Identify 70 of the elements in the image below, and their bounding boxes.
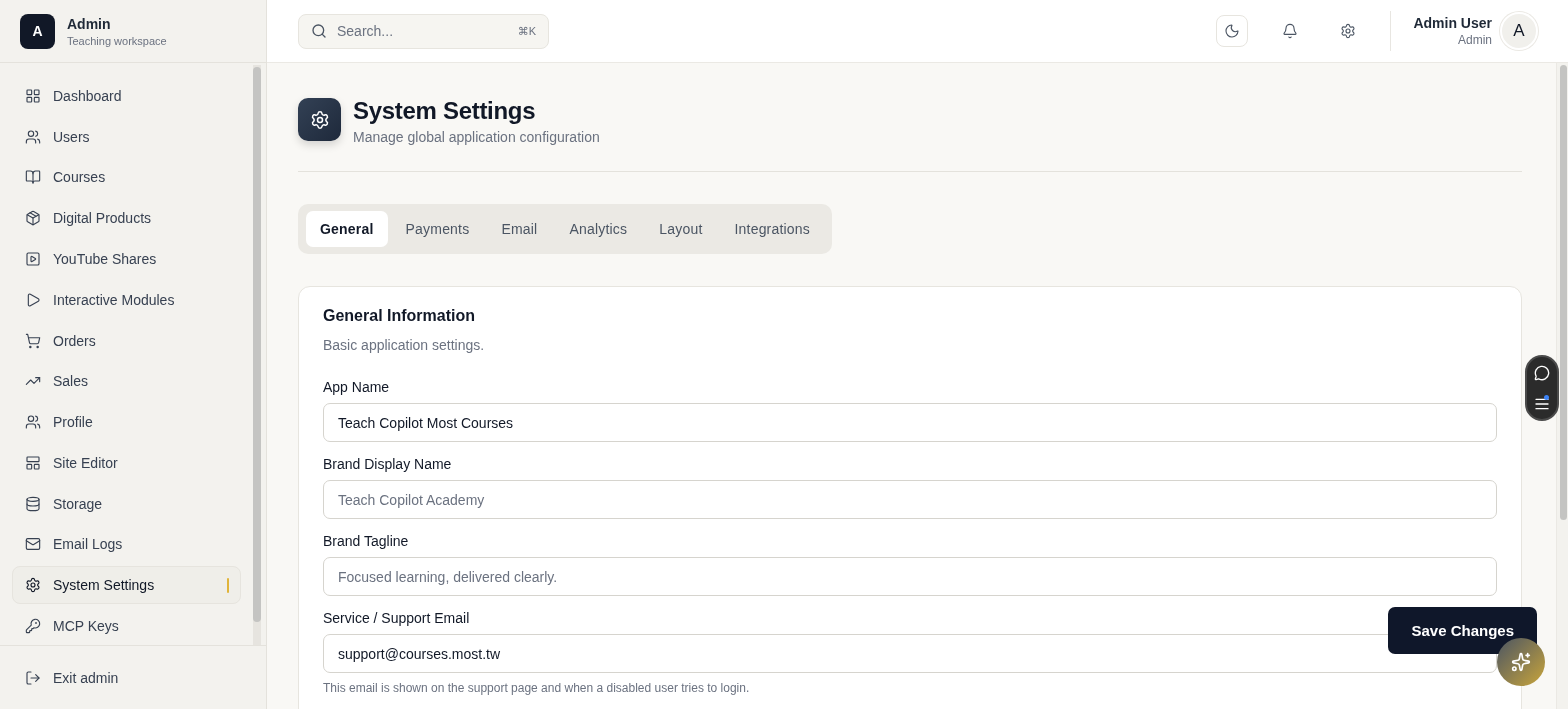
input-field[interactable]: Focused learning, delivered clearly. [323, 557, 1497, 596]
tab[interactable]: General [306, 211, 388, 247]
tab[interactable]: Payments [391, 211, 484, 247]
theme-toggle[interactable] [1216, 15, 1249, 47]
sidebar-item[interactable]: System Settings [12, 566, 241, 605]
shortcut-hint: ⌘K [517, 24, 536, 38]
users-icon [25, 128, 41, 145]
user-avatar[interactable]: A [1500, 12, 1538, 50]
mail-icon [25, 536, 41, 553]
save-button[interactable]: Save Changes [1388, 607, 1537, 654]
sidebar-item[interactable]: Dashboard [12, 77, 241, 115]
sidebar-item[interactable]: Courses [12, 158, 241, 197]
tab[interactable]: Analytics [555, 211, 642, 247]
field-label: Brand Tagline [323, 533, 409, 549]
user-name: Admin User [1413, 15, 1492, 31]
cart-icon [25, 332, 41, 349]
sparkle-icon [1511, 652, 1531, 672]
chat-widget[interactable] [1525, 355, 1559, 421]
workspace-name: Admin [67, 15, 112, 32]
search-input[interactable]: Search... [335, 22, 510, 40]
active-marker [227, 578, 229, 594]
sidebar-item[interactable]: Orders [12, 321, 241, 360]
key-icon [25, 618, 41, 635]
notification-dot [1544, 395, 1549, 400]
field-label: App Name [323, 379, 390, 395]
box-icon [25, 210, 41, 227]
chat-icon [1534, 364, 1550, 381]
card-title: General Information [323, 307, 477, 325]
scrollbar-thumb[interactable] [253, 67, 261, 622]
sidebar-item[interactable]: Email Logs [12, 525, 241, 564]
search-field[interactable]: Search... ⌘K [298, 13, 549, 49]
card-description: Basic application settings. [323, 337, 486, 353]
workspace-logo: A [20, 13, 55, 49]
sidebar-item[interactable]: Storage [12, 484, 241, 523]
grid-icon [25, 87, 41, 104]
help-text: This email is shown on the support page and when a disabled user tries to login. [323, 681, 751, 695]
book-icon [25, 169, 41, 186]
input-field[interactable]: Teach Copilot Academy [323, 480, 1497, 519]
exit-link[interactable]: Exit admin [12, 658, 132, 697]
bell-icon [1282, 23, 1299, 39]
tab[interactable]: Integrations [720, 211, 825, 247]
sidebar-item[interactable]: YouTube Shares [12, 240, 241, 278]
moon-icon [1224, 23, 1241, 39]
layout-icon [25, 454, 41, 471]
logout-icon [25, 669, 41, 686]
page-icon [298, 98, 341, 141]
sidebar-item[interactable]: Digital Products [12, 199, 241, 238]
tab[interactable]: Email [487, 211, 552, 247]
sidebar-item[interactable]: Site Editor [12, 444, 241, 482]
users-icon [25, 414, 41, 431]
field-label: Service / Support Email [323, 610, 470, 626]
scrollbar-thumb[interactable] [1560, 65, 1567, 520]
settings-icon [1340, 23, 1357, 39]
database-icon [25, 495, 41, 512]
video-icon [25, 251, 41, 267]
field-label: Brand Display Name [323, 456, 452, 472]
user-role: Admin [1458, 33, 1492, 47]
input-field[interactable]: Teach Copilot Most Courses [323, 403, 1497, 442]
sidebar-item[interactable]: Interactive Modules [12, 280, 241, 319]
page-subtitle: Manage global application configuration [353, 129, 600, 145]
settings-icon [25, 577, 41, 594]
page-title: System Settings [353, 97, 537, 125]
sidebar-item[interactable]: Sales [12, 362, 241, 401]
play-icon [25, 291, 41, 308]
sidebar-item[interactable]: Users [12, 117, 241, 156]
sidebar-item[interactable]: MCP Keys [12, 607, 241, 645]
sidebar-item[interactable]: Profile [12, 403, 241, 442]
search-icon [311, 23, 327, 39]
workspace-subtitle: Teaching workspace [67, 34, 167, 47]
tab[interactable]: Layout [645, 211, 717, 247]
